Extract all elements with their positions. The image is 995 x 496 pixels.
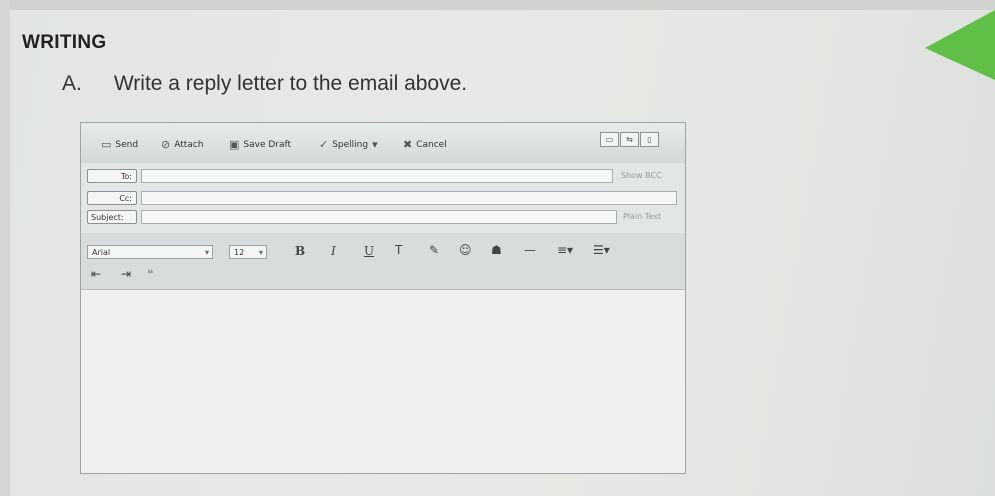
plain-text-link[interactable]: Plain Text — [623, 212, 661, 221]
italic-icon[interactable]: I — [331, 244, 336, 258]
message-body-editor[interactable] — [81, 289, 685, 473]
to-input[interactable] — [141, 169, 613, 183]
underline-icon[interactable]: U — [364, 244, 374, 258]
task-instruction: A. Write a reply letter to the email abo… — [62, 72, 467, 96]
text-color-icon[interactable]: T — [395, 243, 402, 257]
horizontal-rule-icon[interactable]: — — [524, 243, 536, 257]
font-select[interactable]: Arial ▾ — [87, 245, 213, 259]
to-row: To: — [87, 169, 679, 183]
cc-row: Cc: — [87, 191, 679, 205]
cancel-button[interactable]: ✖ Cancel — [403, 138, 447, 151]
chevron-down-icon: ▾ — [204, 248, 209, 257]
send-button[interactable]: ▭ Send — [101, 138, 138, 151]
spelling-icon: ✓ — [319, 138, 329, 151]
list-icon[interactable]: ☰▾ — [593, 243, 610, 257]
send-icon: ▭ — [101, 138, 112, 151]
chevron-down-icon: ▾ — [372, 138, 378, 151]
bold-icon[interactable]: B — [295, 244, 305, 258]
save-draft-button[interactable]: ▣ Save Draft — [229, 138, 291, 151]
section-title: WRITING — [22, 32, 107, 53]
indent-icon[interactable]: ⇥ — [121, 267, 131, 281]
format-toolbar: Arial ▾ 12 ▾ B I U T ✎ ☺ ☗ — ≡▾ ☰▾ ⇤ ⇥ ❝ — [81, 233, 685, 289]
subject-row: Subject: — [87, 210, 679, 224]
task-text: Write a reply letter to the email above. — [113, 72, 468, 95]
attach-button[interactable]: ⊘ Attach — [161, 138, 203, 151]
show-bcc-link[interactable]: Show BCC — [621, 171, 662, 180]
to-button[interactable]: To: — [87, 169, 137, 183]
font-size-select[interactable]: 12 ▾ — [229, 245, 267, 259]
compose-toolbar: ▭ Send ⊘ Attach ▣ Save Draft ✓ Spelling … — [81, 123, 685, 163]
image-icon[interactable]: ☗ — [491, 243, 502, 257]
blockquote-icon[interactable]: ❝ — [147, 267, 153, 281]
photo-border-top — [0, 0, 995, 10]
task-label: A. — [62, 72, 82, 95]
green-corner-decoration — [925, 10, 995, 80]
subject-label: Subject: — [87, 210, 137, 224]
window-button-3[interactable]: ▯ — [640, 132, 659, 147]
spelling-button[interactable]: ✓ Spelling ▾ — [319, 138, 378, 151]
cc-input[interactable] — [141, 191, 677, 205]
photo-border-left — [0, 0, 10, 496]
emoticon-icon[interactable]: ☺ — [459, 243, 472, 257]
attach-icon: ⊘ — [161, 138, 171, 151]
subject-input[interactable] — [141, 210, 617, 224]
email-compose-window: ▭ Send ⊘ Attach ▣ Save Draft ✓ Spelling … — [80, 122, 686, 474]
chevron-down-icon: ▾ — [258, 248, 263, 257]
window-button-1[interactable]: ▭ — [600, 132, 619, 147]
highlight-icon[interactable]: ✎ — [429, 243, 439, 257]
window-button-2[interactable]: ⇆ — [620, 132, 639, 147]
cc-button[interactable]: Cc: — [87, 191, 137, 205]
outdent-icon[interactable]: ⇤ — [91, 267, 101, 281]
cancel-icon: ✖ — [403, 138, 413, 151]
save-icon: ▣ — [229, 138, 240, 151]
align-icon[interactable]: ≡▾ — [557, 243, 573, 257]
